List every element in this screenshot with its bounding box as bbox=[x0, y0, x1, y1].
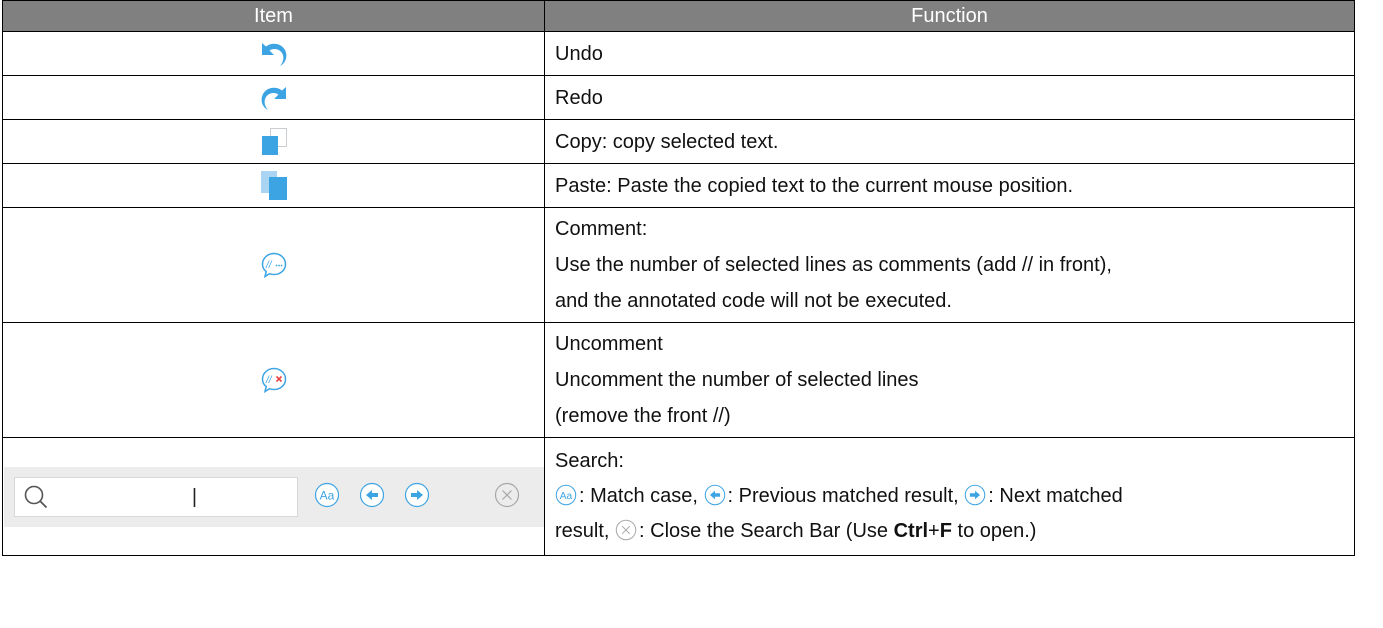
previous-text: : Previous matched result, bbox=[727, 485, 965, 507]
uncomment-icon: // bbox=[261, 367, 286, 393]
uncomment-line-2: (remove the front //) bbox=[555, 405, 731, 427]
item-cell-paste bbox=[2, 163, 545, 208]
table-row-paste: Paste: Paste the copied text to the curr… bbox=[2, 163, 1355, 208]
table-row-comment: // Comment: Use the number of selected l… bbox=[2, 207, 1355, 323]
table-row-search: | Aa Search: Aa: Match case,: Previous… bbox=[2, 437, 1355, 556]
function-cell-comment: Comment: Use the number of selected line… bbox=[544, 207, 1355, 323]
svg-text:Aa: Aa bbox=[560, 491, 573, 502]
item-cell-search: | Aa bbox=[2, 437, 545, 556]
comment-line-2: and the annotated code will not be execu… bbox=[555, 290, 952, 312]
item-cell-uncomment: // bbox=[2, 322, 545, 438]
close-search-icon[interactable] bbox=[494, 482, 520, 508]
previous-result-icon[interactable] bbox=[359, 482, 385, 508]
function-table: Item Function Undo Redo Copy: copy selec… bbox=[2, 0, 1355, 556]
undo-arrow-icon bbox=[261, 42, 286, 66]
table-row-redo: Redo bbox=[2, 75, 1355, 120]
previous-result-icon bbox=[704, 484, 725, 506]
f-key: F bbox=[939, 520, 952, 542]
comment-icon: // bbox=[261, 252, 286, 278]
next-result-icon bbox=[965, 484, 986, 506]
match-case-icon[interactable]: Aa bbox=[314, 482, 340, 508]
search-input[interactable]: | bbox=[95, 483, 295, 511]
uncomment-line-1: Uncomment the number of selected lines bbox=[555, 369, 919, 391]
match-case-text: : Match case, bbox=[579, 485, 704, 507]
close-text: : Close the Search Bar (Use bbox=[639, 520, 894, 542]
table-row-copy: Copy: copy selected text. bbox=[2, 119, 1355, 164]
item-cell-undo bbox=[2, 31, 545, 76]
copy-icon bbox=[261, 127, 287, 155]
header-item: Item bbox=[2, 0, 545, 32]
uncomment-title: Uncomment bbox=[555, 333, 663, 355]
function-cell-uncomment: Uncomment Uncomment the number of select… bbox=[544, 322, 1355, 438]
item-cell-redo bbox=[2, 75, 545, 120]
plus-text: + bbox=[928, 520, 940, 542]
function-cell-undo: Undo bbox=[544, 31, 1355, 76]
next-cont-text: result, bbox=[555, 520, 616, 542]
comment-title: Comment: bbox=[555, 218, 648, 240]
svg-text:Aa: Aa bbox=[319, 488, 334, 502]
search-box[interactable]: | bbox=[13, 476, 298, 517]
function-cell-redo: Redo bbox=[544, 75, 1355, 120]
close-search-icon bbox=[615, 519, 637, 541]
table-row-undo: Undo bbox=[2, 31, 1355, 76]
item-cell-copy bbox=[2, 119, 545, 164]
search-line-1: Aa : Match case, : Previous matched resul… bbox=[555, 479, 1344, 514]
magnifier-icon bbox=[24, 485, 47, 508]
table-row-uncomment: // Uncomment Uncomment the number of sel… bbox=[2, 322, 1355, 438]
header-row: Item Function bbox=[2, 0, 1355, 32]
next-text: : Next matched bbox=[988, 485, 1123, 507]
next-result-icon[interactable] bbox=[404, 482, 430, 508]
ctrl-key: Ctrl bbox=[893, 520, 929, 542]
search-title: Search: bbox=[555, 450, 624, 472]
match-case-icon: Aa bbox=[555, 484, 577, 506]
comment-line-1: Use the number of selected lines as comm… bbox=[555, 254, 1112, 276]
function-cell-paste: Paste: Paste the copied text to the curr… bbox=[544, 163, 1355, 208]
function-cell-copy: Copy: copy selected text. bbox=[544, 119, 1355, 164]
function-cell-search: Search: Aa : Match case, : Previous match… bbox=[544, 437, 1355, 556]
search-bar: | Aa bbox=[3, 466, 544, 527]
redo-arrow-icon bbox=[261, 86, 286, 110]
header-function: Function bbox=[544, 0, 1355, 32]
item-cell-comment: // bbox=[2, 207, 545, 323]
to-open-text: to open.) bbox=[951, 520, 1037, 542]
search-line-2: result, : Close the Search Bar (Use Ctrl… bbox=[555, 514, 1344, 549]
paste-icon bbox=[260, 170, 287, 200]
